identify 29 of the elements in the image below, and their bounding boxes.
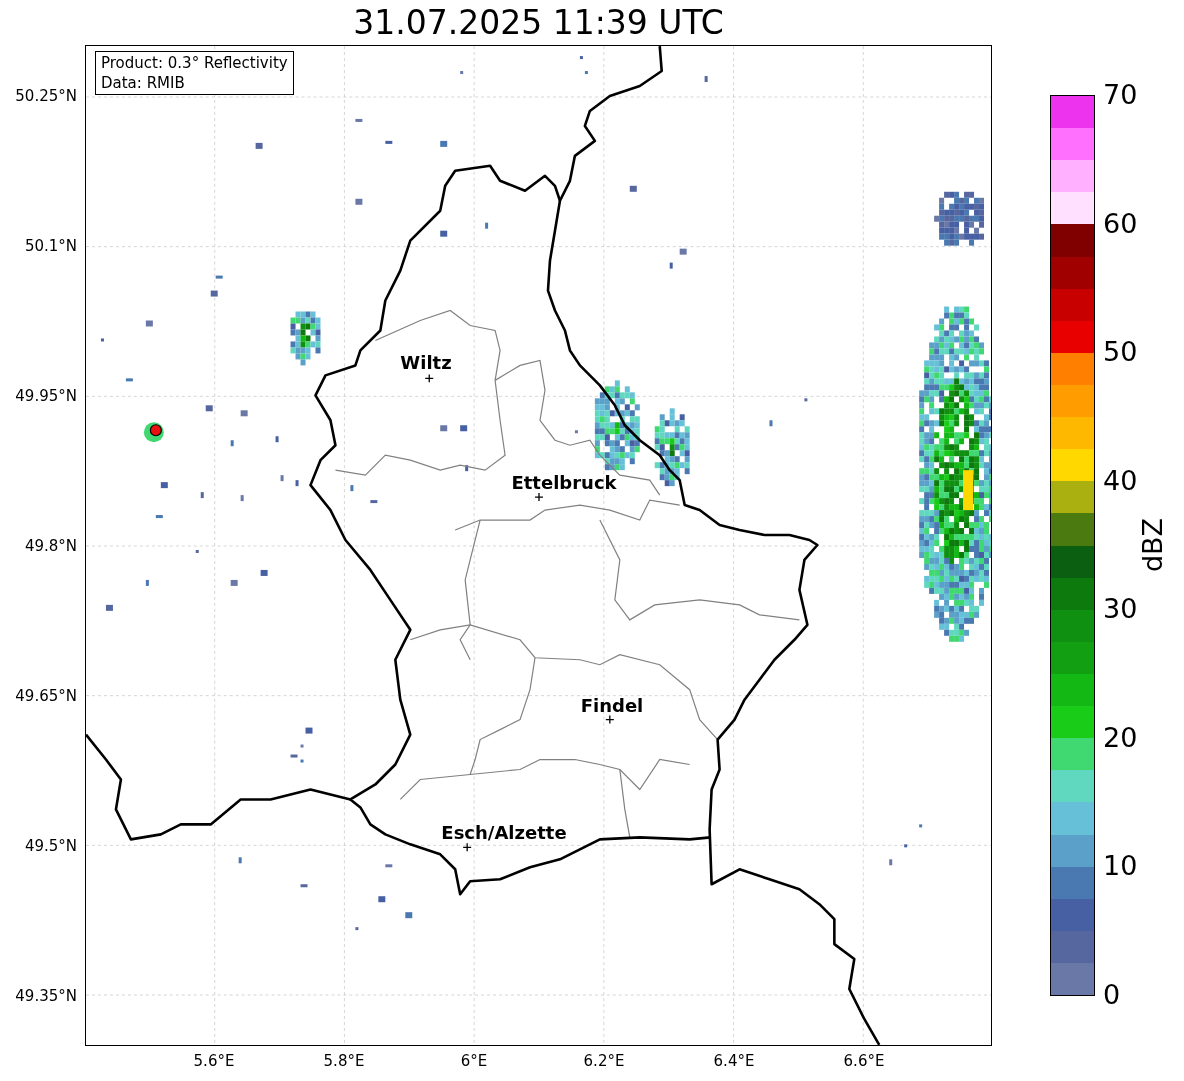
longitude-tick-label: 6.2°E [583,1052,625,1070]
city-label: Findel [580,696,644,716]
colorbar-tick-label: 70 [1103,80,1138,110]
colorbar-tick-label: 60 [1103,208,1138,239]
latitude-tick-label: 49.5°N [24,837,77,855]
latitude-tick-label: 49.95°N [15,387,77,405]
colorbar-tick-label: 30 [1103,594,1138,625]
colorbar-tick-label: 10 [1103,851,1138,882]
city-label: Ettelbruck [511,473,617,493]
latitude-tick-label: 50.25°N [15,87,77,105]
longitude-tick-label: 5.8°E [323,1052,365,1070]
colorbar-tick-label: 20 [1103,722,1138,753]
city-label: Esch/Alzette [441,823,567,843]
city-label: Wiltz [400,353,452,373]
latitude-tick-label: 49.65°N [15,687,77,705]
longitude-tick-label: 5.6°E [193,1052,235,1070]
colorbar-tick-label: 40 [1103,465,1138,496]
longitude-tick-label: 6.6°E [843,1052,885,1070]
longitude-tick-label: 6.4°E [713,1052,755,1070]
longitude-tick-label: 6°E [460,1052,488,1070]
legend-text: Product: 0.3° Reflectivity [101,53,288,73]
colorbar-axis-label: dBZ [1138,517,1168,573]
latitude-tick-label: 50.1°N [24,237,77,255]
latitude-tick-label: 49.35°N [15,987,77,1005]
plot-title: 31.07.2025 11:39 UTC [352,2,725,44]
legend-text: Data: RMIB [101,73,186,93]
latitude-tick-label: 49.8°N [24,537,77,555]
colorbar-tick-label: 50 [1103,337,1138,368]
colorbar-tick-label: 0 [1103,980,1121,1010]
